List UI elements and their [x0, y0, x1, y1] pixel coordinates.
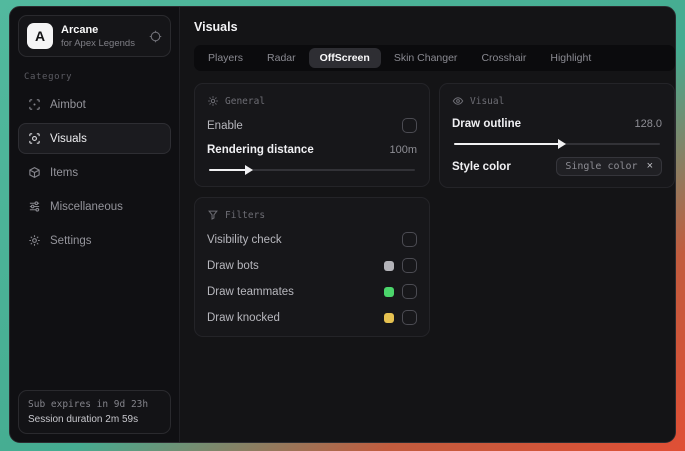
target-icon[interactable] — [149, 30, 162, 43]
draw-bots-color-swatch[interactable] — [384, 260, 394, 271]
visuals-icon — [28, 132, 41, 145]
visibility-check-row: Visibility check — [207, 232, 417, 247]
brand-card: A Arcane for Apex Legends — [18, 15, 171, 57]
draw-bots-label: Draw bots — [207, 259, 259, 272]
draw-bots-row: Draw bots — [207, 258, 417, 273]
draw-outline-row: Draw outline 128.0 — [452, 118, 662, 130]
sidebar: A Arcane for Apex Legends Category Aimbo… — [10, 7, 180, 442]
miscellaneous-icon — [28, 200, 41, 213]
tab-players[interactable]: Players — [197, 48, 254, 68]
draw-knocked-row: Draw knocked — [207, 310, 417, 325]
category-label: Category — [24, 72, 73, 82]
close-icon[interactable]: × — [647, 161, 653, 172]
tab-bar: Players Radar OffScreen Skin Changer Cro… — [194, 45, 675, 71]
app-name: Arcane — [61, 23, 99, 36]
sidebar-item-visuals[interactable]: Visuals — [18, 123, 171, 154]
draw-teammates-row: Draw teammates — [207, 284, 417, 299]
sidebar-item-settings[interactable]: Settings — [18, 225, 171, 256]
funnel-icon — [207, 209, 219, 221]
app-subtitle: for Apex Legends — [61, 37, 135, 49]
aimbot-icon — [28, 98, 41, 111]
filters-panel-header: Filters — [207, 209, 417, 221]
main-content: Visuals Players Radar OffScreen Skin Cha… — [180, 7, 675, 442]
draw-knocked-label: Draw knocked — [207, 311, 280, 324]
sidebar-item-aimbot[interactable]: Aimbot — [18, 89, 171, 120]
rendering-distance-row: Rendering distance 100m — [207, 144, 417, 156]
app-window: A Arcane for Apex Legends Category Aimbo… — [9, 6, 676, 443]
general-panel-header: General — [207, 95, 417, 107]
items-icon — [28, 166, 41, 179]
session-duration: Session duration 2m 59s — [28, 414, 139, 425]
draw-teammates-checkbox[interactable] — [402, 284, 417, 299]
visual-panel: Visual Draw outline 128.0 Style color Si… — [439, 83, 675, 188]
page-title: Visuals — [194, 20, 238, 34]
sidebar-item-label: Visuals — [50, 132, 87, 145]
draw-outline-label: Draw outline — [452, 118, 522, 130]
filters-panel: Filters Visibility check Draw bots Draw … — [194, 197, 430, 337]
panel-grid: General Enable Rendering distance 100m V… — [194, 83, 675, 337]
rendering-distance-value: 100m — [389, 144, 417, 156]
enable-label: Enable — [207, 119, 243, 132]
subscription-expiry: Sub expires in 9d 23h — [28, 399, 149, 410]
style-color-value: Single color — [565, 161, 638, 172]
draw-knocked-color-swatch[interactable] — [384, 312, 394, 323]
tab-crosshair[interactable]: Crosshair — [470, 48, 537, 68]
style-color-row: Style color Single color × — [452, 157, 662, 176]
filters-panel-title: Filters — [225, 209, 266, 221]
general-panel: General Enable Rendering distance 100m — [194, 83, 430, 187]
slider-fill — [209, 165, 254, 175]
draw-bots-checkbox[interactable] — [402, 258, 417, 273]
tab-highlight[interactable]: Highlight — [539, 48, 602, 68]
sidebar-item-miscellaneous[interactable]: Miscellaneous — [18, 191, 171, 222]
gear-icon — [207, 95, 219, 107]
app-logo: A — [27, 23, 53, 49]
tab-offscreen[interactable]: OffScreen — [308, 48, 381, 68]
visual-panel-title: Visual — [470, 95, 505, 107]
sidebar-item-label: Miscellaneous — [50, 200, 123, 213]
sidebar-item-label: Settings — [50, 234, 92, 247]
sidebar-item-items[interactable]: Items — [18, 157, 171, 188]
sidebar-item-label: Items — [50, 166, 79, 179]
draw-outline-slider[interactable] — [454, 139, 660, 149]
draw-knocked-checkbox[interactable] — [402, 310, 417, 325]
subscription-card: Sub expires in 9d 23h Session duration 2… — [18, 390, 171, 434]
visibility-check-label: Visibility check — [207, 233, 282, 246]
general-panel-title: General — [225, 95, 266, 107]
draw-teammates-label: Draw teammates — [207, 285, 294, 298]
style-color-label: Style color — [452, 160, 511, 173]
enable-row: Enable — [207, 118, 417, 133]
rendering-distance-label: Rendering distance — [207, 144, 314, 156]
tab-skin-changer[interactable]: Skin Changer — [383, 48, 469, 68]
visual-panel-header: Visual — [452, 95, 662, 107]
sidebar-item-label: Aimbot — [50, 98, 86, 111]
slider-fill — [454, 139, 567, 149]
style-color-select[interactable]: Single color × — [556, 157, 662, 176]
draw-teammates-color-swatch[interactable] — [384, 286, 394, 297]
brand-text: Arcane for Apex Legends — [61, 24, 135, 49]
tab-radar[interactable]: Radar — [256, 48, 307, 68]
settings-icon — [28, 234, 41, 247]
rendering-distance-slider[interactable] — [209, 165, 415, 175]
slider-thumb[interactable] — [245, 165, 254, 175]
slider-thumb[interactable] — [558, 139, 567, 149]
eye-icon — [452, 95, 464, 107]
desktop-background: A Arcane for Apex Legends Category Aimbo… — [0, 0, 685, 451]
sidebar-nav: Aimbot Visuals Items Miscellaneous Setti… — [18, 89, 171, 256]
draw-outline-value: 128.0 — [634, 118, 662, 130]
visibility-check-checkbox[interactable] — [402, 232, 417, 247]
enable-checkbox[interactable] — [402, 118, 417, 133]
